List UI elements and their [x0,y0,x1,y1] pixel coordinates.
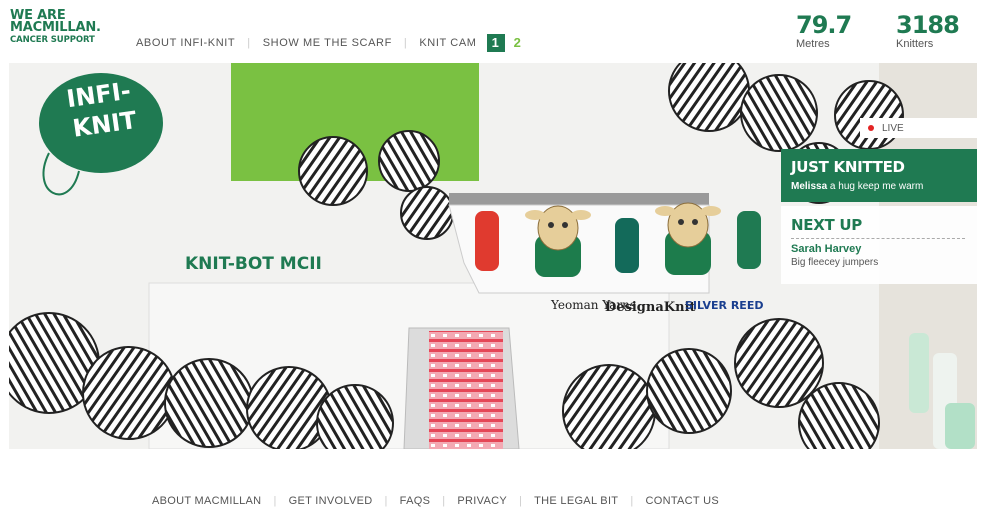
footer-about-macmillan[interactable]: ABOUT MACMILLAN [140,495,273,507]
logo-line-3: CANCER SUPPORT [10,35,95,45]
next-up-panel: NEXT UP Sarah Harvey Big fleecey jumpers [781,206,977,284]
nav-about-infi-knit[interactable]: ABOUT INFI-KNIT [124,37,247,49]
just-knitted-text: a hug keep me warm [829,181,924,192]
metres-label: Metres [796,38,830,50]
next-up-divider [791,238,965,239]
next-up-name: Sarah Harvey [791,243,862,255]
footer-links: ABOUT MACMILLAN | GET INVOLVED | FAQS | … [140,495,731,507]
footer-legal-bit[interactable]: THE LEGAL BIT [522,495,630,507]
just-knitted-panel: JUST KNITTED Melissa a hug keep me warm [781,149,977,202]
just-knitted-title: JUST KNITTED [791,158,905,176]
footer-faqs[interactable]: FAQS [388,495,443,507]
footer-privacy[interactable]: PRIVACY [445,495,519,507]
next-up-message: Big fleecey jumpers [791,257,879,268]
live-indicator: LIVE [860,118,977,138]
cam-2-button[interactable]: 2 [509,34,527,52]
next-up-title: NEXT UP [791,216,862,234]
svg-text:KNIT-BOT MCII: KNIT-BOT MCII [185,254,322,274]
top-navigation: ABOUT INFI-KNIT | SHOW ME THE SCARF | KN… [124,34,527,52]
knit-cam-group: KNIT CAM 1 2 [407,34,526,52]
live-label: LIVE [882,122,904,134]
live-dot-icon [868,125,874,131]
knitters-label: Knitters [896,38,934,50]
metres-value: 79.7 [796,11,852,39]
nav-knit-cam[interactable]: KNIT CAM [407,37,488,49]
svg-text:DesignaKnit: DesignaKnit [605,300,695,315]
knitters-stat: 3188 Knitters [896,11,960,50]
footer-get-involved[interactable]: GET INVOLVED [277,495,385,507]
footer-contact-us[interactable]: CONTACT US [634,495,732,507]
knitters-value: 3188 [896,11,960,39]
scarf [429,331,503,449]
logo-line-2: MACMILLAN. [10,20,101,35]
nav-show-me-the-scarf[interactable]: SHOW ME THE SCARF [251,37,404,49]
macmillan-logo[interactable]: WE ARE MACMILLAN. CANCER SUPPORT [10,9,101,46]
metres-stat: 79.7 Metres [796,11,852,50]
cam-1-button[interactable]: 1 [486,34,505,52]
just-knitted-message: Melissa a hug keep me warm [791,181,977,192]
just-knitted-name: Melissa [791,181,828,192]
svg-text:SILVER REED: SILVER REED [685,299,763,312]
